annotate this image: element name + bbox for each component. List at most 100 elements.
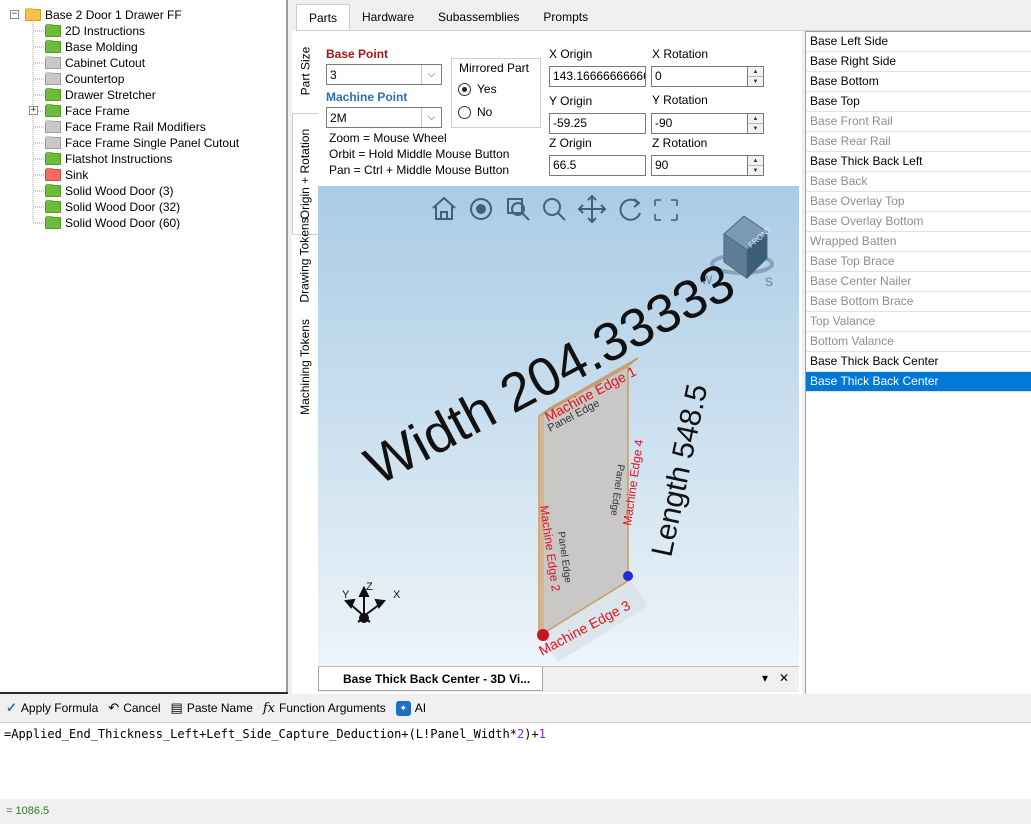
formula-result: = 1086.5 — [0, 799, 1031, 824]
parts-list-item[interactable]: Base Thick Back Left — [806, 152, 1031, 172]
z-rotation-spinner[interactable]: 90 ▲ ▼ — [651, 155, 764, 176]
tree-item[interactable]: Solid Wood Door (60) — [45, 215, 180, 231]
rotate-view-icon[interactable] — [619, 198, 641, 221]
tree-item[interactable]: Drawer Stretcher — [45, 87, 156, 103]
tab-parts[interactable]: Parts — [296, 4, 351, 30]
spinner-buttons[interactable]: ▲ ▼ — [748, 66, 764, 87]
tree-item[interactable]: Solid Wood Door (32) — [45, 199, 180, 215]
parts-list-item[interactable]: Bottom Valance — [806, 332, 1031, 352]
parts-list-item[interactable]: Base Rear Rail — [806, 132, 1031, 152]
tree-item[interactable]: Countertop — [45, 71, 124, 87]
chevron-down-icon[interactable]: ⌵ — [421, 108, 441, 127]
parts-list[interactable]: Base Left Side Base Right Side Base Bottom… — [805, 31, 1031, 694]
z-rotation-value[interactable]: 90 — [651, 155, 748, 176]
home-icon[interactable] — [432, 196, 456, 220]
paste-name-button[interactable]: ▤ Paste Name — [171, 700, 253, 716]
tree-item[interactable]: Face Frame Single Panel Cutout — [45, 135, 239, 151]
parts-list-item[interactable]: Base Front Rail — [806, 112, 1031, 132]
orbit-icon[interactable] — [470, 198, 492, 220]
parts-list-item[interactable]: Base Back — [806, 172, 1031, 192]
help-pan: Pan = Ctrl + Middle Mouse Button — [329, 163, 510, 177]
tree-collapse-toggle[interactable]: − — [10, 10, 19, 19]
machine-point-select[interactable]: 2M ⌵ — [326, 107, 442, 128]
parts-list-item[interactable]: Base Bottom Brace — [806, 292, 1031, 312]
tree-item-label: Face Frame Rail Modifiers — [65, 120, 206, 134]
parts-list-item[interactable]: Base Center Nailer — [806, 272, 1031, 292]
ai-button[interactable]: ✦ AI — [395, 700, 426, 716]
tree-item[interactable]: Face Frame Rail Modifiers — [45, 119, 206, 135]
chevron-down-icon[interactable]: ⌵ — [421, 65, 441, 84]
tree-item-label: 2D Instructions — [65, 24, 146, 38]
component-tree[interactable]: − Base 2 Door 1 Drawer FF + 2D Instructi… — [0, 0, 288, 694]
help-zoom: Zoom = Mouse Wheel — [329, 131, 447, 145]
parts-list-item[interactable]: Wrapped Batten — [806, 232, 1031, 252]
tab-hardware[interactable]: Hardware — [350, 4, 426, 30]
mirrored-yes-radio[interactable]: Yes — [458, 82, 497, 96]
tab-subassemblies[interactable]: Subassemblies — [426, 4, 531, 30]
tree-expand-toggle-face-frame[interactable]: + — [29, 106, 38, 115]
spin-up-icon[interactable]: ▲ — [748, 114, 763, 124]
tab-drawing-tokens[interactable]: Drawing Tokens — [292, 215, 318, 305]
formula-editor[interactable]: =Applied_End_Thickness_Left+Left_Side_Ca… — [0, 722, 1031, 799]
spin-down-icon[interactable]: ▼ — [748, 166, 763, 175]
tab-part-size[interactable]: Part Size — [292, 39, 318, 103]
x-origin-field[interactable]: 143.166666666667 — [549, 66, 646, 87]
parts-list-item[interactable]: Base Overlay Top — [806, 192, 1031, 212]
pan-icon[interactable] — [577, 194, 607, 224]
tree-bottom-border — [0, 692, 288, 694]
parts-list-item[interactable]: Base Bottom — [806, 72, 1031, 92]
axis-x-label: X — [393, 589, 401, 601]
z-origin-field[interactable]: 66.5 — [549, 155, 646, 176]
tree-item[interactable]: Cabinet Cutout — [45, 55, 145, 71]
parts-list-item[interactable]: Base Top Brace — [806, 252, 1031, 272]
function-arguments-button[interactable]: fx Function Arguments — [263, 701, 386, 716]
tree-root-item[interactable]: Base 2 Door 1 Drawer FF — [25, 7, 182, 23]
y-origin-field[interactable]: -59.25 — [549, 113, 646, 134]
3d-viewport[interactable]: FRONT W S Width 204.33333 Length 548.5 M… — [318, 186, 799, 666]
tab-machining-tokens[interactable]: Machining Tokens — [292, 315, 318, 419]
y-rotation-value[interactable]: -90 — [651, 113, 748, 134]
tree-item-label: Drawer Stretcher — [65, 88, 156, 102]
tree-item[interactable]: Base Molding — [45, 39, 138, 55]
fit-view-icon[interactable] — [654, 199, 678, 221]
parts-list-item[interactable]: Base Thick Back Center — [806, 352, 1031, 372]
zoom-window-icon[interactable] — [507, 198, 530, 221]
tree-item[interactable]: 2D Instructions — [45, 23, 145, 39]
cancel-label: Cancel — [123, 701, 161, 715]
apply-formula-button[interactable]: ✓ Apply Formula — [6, 700, 98, 716]
close-icon[interactable]: ✕ — [779, 671, 789, 685]
spin-up-icon[interactable]: ▲ — [748, 67, 763, 77]
cancel-button[interactable]: ↶ Cancel — [108, 700, 160, 716]
x-rotation-value[interactable]: 0 — [651, 66, 748, 87]
tree-item[interactable]: Sink — [45, 167, 88, 183]
y-rotation-spinner[interactable]: -90 ▲ ▼ — [651, 113, 764, 134]
spinner-buttons[interactable]: ▲ ▼ — [748, 155, 764, 176]
tree-item[interactable]: Flatshot Instructions — [45, 151, 172, 167]
tab-dropdown-icon[interactable]: ▾ — [762, 671, 768, 685]
zoom-icon[interactable] — [543, 198, 566, 221]
mirrored-no-radio[interactable]: No — [458, 105, 492, 119]
tab-prompts[interactable]: Prompts — [531, 4, 600, 30]
parts-list-item[interactable]: Base Top — [806, 92, 1031, 112]
parts-list-item[interactable]: Top Valance — [806, 312, 1031, 332]
spin-up-icon[interactable]: ▲ — [748, 156, 763, 166]
side-tabs: Part Size Origin + Rotation Drawing Toke… — [292, 31, 318, 694]
x-rotation-spinner[interactable]: 0 ▲ ▼ — [651, 66, 764, 87]
spin-down-icon[interactable]: ▼ — [748, 77, 763, 86]
folder-icon — [45, 184, 61, 197]
parts-list-item[interactable]: Base Right Side — [806, 52, 1031, 72]
base-point-select[interactable]: 3 ⌵ — [326, 64, 442, 85]
tree-item[interactable]: Solid Wood Door (3) — [45, 183, 174, 199]
y-origin-label: Y Origin — [549, 94, 593, 108]
parts-list-item[interactable]: Base Left Side — [806, 32, 1031, 52]
viewport-document-tab[interactable]: Base Thick Back Center - 3D Vi... — [318, 667, 544, 691]
parts-list-item[interactable]: Base Overlay Bottom — [806, 212, 1031, 232]
tree-item[interactable]: Face Frame — [45, 103, 130, 119]
folder-icon — [45, 40, 61, 53]
parts-list-item[interactable]: Base Thick Back Center — [806, 372, 1031, 392]
spinner-buttons[interactable]: ▲ ▼ — [748, 113, 764, 134]
tree-item-label: Face Frame Single Panel Cutout — [65, 136, 240, 150]
machine-point-label: Machine Point — [326, 90, 408, 104]
folder-icon — [45, 136, 61, 149]
spin-down-icon[interactable]: ▼ — [748, 124, 763, 133]
